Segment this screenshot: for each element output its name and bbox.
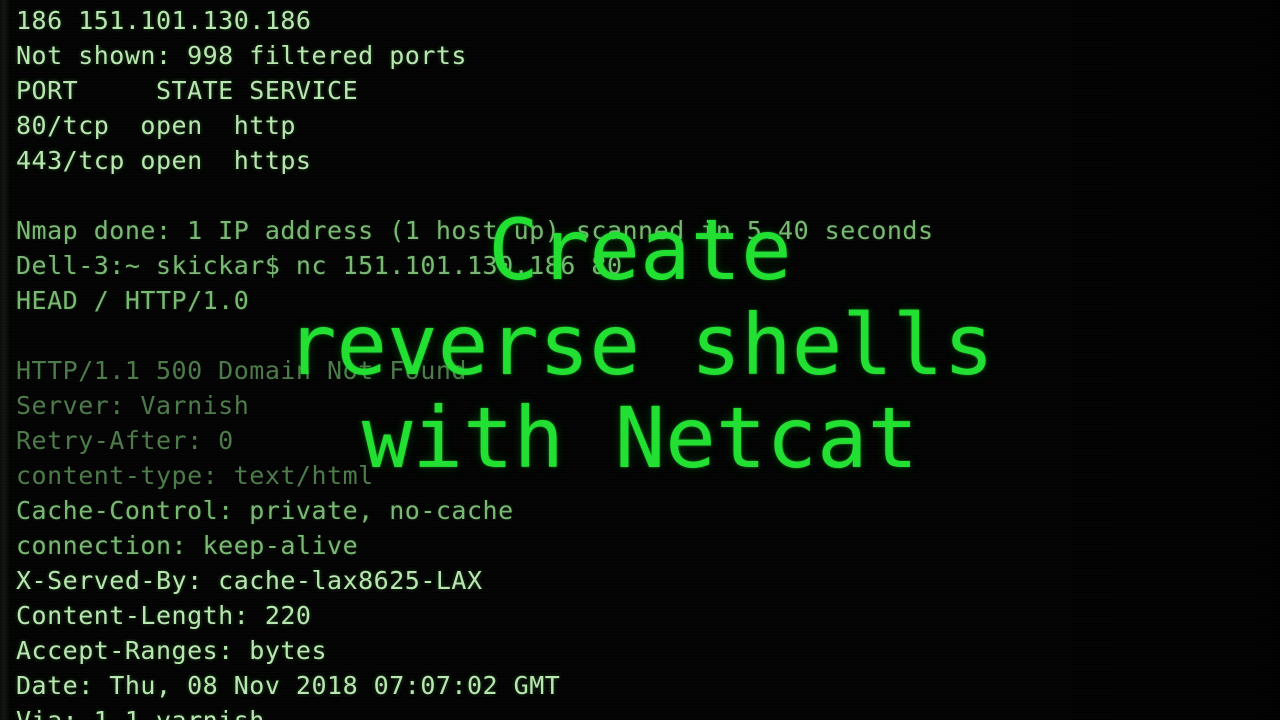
terminal-line: Retry-After: 0 — [16, 426, 234, 455]
terminal-line: 186 151.101.130.186 — [16, 6, 312, 35]
terminal-line: Server: Varnish — [16, 391, 250, 420]
video-thumbnail: 186 151.101.130.186 Not shown: 998 filter… — [0, 0, 1280, 720]
terminal-line: content-type: text/html — [16, 461, 374, 490]
terminal-line: HEAD / HTTP/1.0 — [16, 286, 250, 315]
terminal-line: Via: 1.1 varnish — [16, 708, 265, 720]
terminal-line: Content-Length: 220 — [16, 601, 312, 630]
terminal-line: connection: keep-alive — [16, 531, 359, 560]
terminal-line: HTTP/1.1 500 Domain Not Found — [16, 356, 467, 385]
terminal-line: Nmap done: 1 IP address (1 host up) scan… — [16, 216, 934, 245]
terminal-line: Cache-Control: private, no-cache — [16, 496, 514, 525]
terminal-line: X-Served-By: cache-lax8625-LAX — [16, 566, 483, 595]
terminal-line: 80/tcp open http — [16, 111, 296, 140]
terminal-line: Not shown: 998 filtered ports — [16, 41, 467, 70]
terminal-line: Date: Thu, 08 Nov 2018 07:07:02 GMT — [16, 671, 561, 700]
terminal-line: Accept-Ranges: bytes — [16, 636, 328, 665]
terminal-line: PORT STATE SERVICE — [16, 76, 359, 105]
window-left-edge — [0, 0, 9, 720]
terminal-line: Dell-3:~ skickar$ nc 151.101.130.186 80 — [16, 251, 623, 280]
terminal-line: 443/tcp open https — [16, 146, 312, 175]
terminal-output: 186 151.101.130.186 Not shown: 998 filter… — [16, 0, 1280, 720]
